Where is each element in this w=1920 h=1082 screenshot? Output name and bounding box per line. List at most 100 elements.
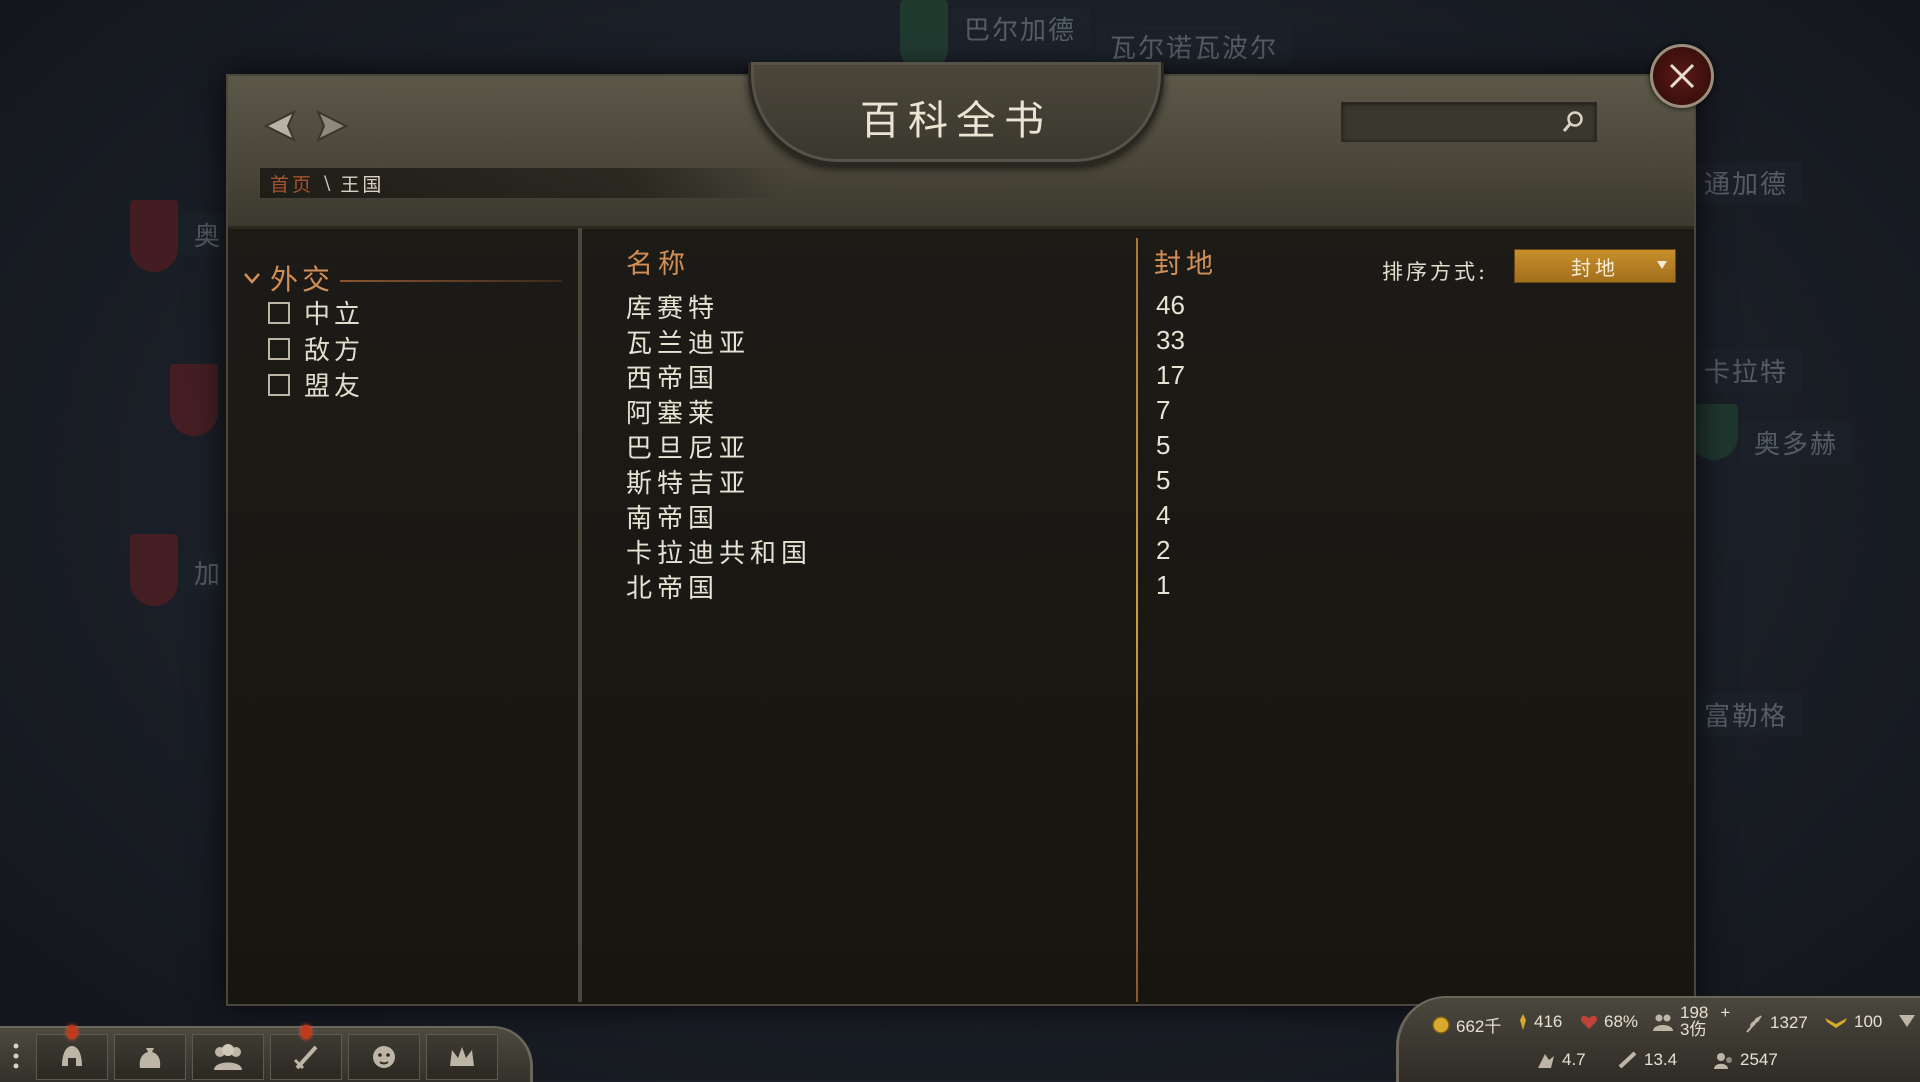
table-row[interactable]: 阿塞莱 7 [582, 393, 1682, 429]
filter-label: 敌方 [304, 336, 365, 366]
column-header-fiefs[interactable]: 封地 [1154, 242, 1218, 281]
map-label: 巴尔加德 [950, 8, 1091, 49]
health-value: 68% [1604, 1012, 1639, 1031]
map-banner [170, 364, 218, 436]
speed-icon [1538, 1054, 1554, 1068]
search-input[interactable] [1350, 107, 1554, 139]
table-row[interactable]: 北帝国 1 [582, 568, 1682, 604]
forward-button[interactable] [312, 106, 352, 146]
filter-checkbox[interactable] [268, 373, 290, 396]
map-banner [1690, 404, 1738, 460]
alert-indicator [301, 1025, 311, 1039]
party-button[interactable] [192, 1034, 264, 1080]
filter-sidebar: 外交 中立 敌方 盟友 [228, 228, 582, 1002]
sort-value: 封地 [1571, 255, 1619, 280]
kingdom-name: 卡拉迪共和国 [626, 539, 813, 569]
kingdom-name: 北帝国 [626, 574, 720, 604]
table-row[interactable]: 巴旦尼亚 5 [582, 428, 1682, 464]
inventory-button[interactable] [114, 1034, 186, 1080]
kingdom-fief-count: 1 [1156, 570, 1171, 600]
kingdom-name: 阿塞莱 [626, 399, 720, 429]
prisoners-value: 2547 [1740, 1050, 1778, 1069]
health-stat: 68% [1579, 1012, 1638, 1032]
influence-stat: 416 [1517, 1012, 1562, 1032]
view-value: 13.4 [1644, 1050, 1678, 1069]
quests-button[interactable] [270, 1025, 342, 1080]
map-label: 富勒格 [1690, 694, 1803, 735]
gold-stat: 662千 [1431, 1012, 1501, 1037]
kingdom-fief-count: 33 [1156, 325, 1185, 355]
map-banner [130, 534, 178, 606]
breadcrumb-home-link[interactable]: 首页 [270, 170, 314, 197]
heart-icon [1580, 1015, 1598, 1029]
troops-stat: 198 3伤 + [1651, 1003, 1731, 1039]
arrow-left-icon [263, 109, 296, 143]
map-label: 瓦尔诺瓦波尔 [1096, 26, 1293, 67]
chevron-down-icon [1899, 1015, 1915, 1027]
section-divider [340, 280, 562, 282]
sort-dropdown[interactable]: 封地 [1514, 249, 1676, 283]
caret-down-icon [1657, 261, 1667, 269]
encyclopedia-panel: 百科全书 首页 \ 王国 外交 中立 敌方 盟友 名称 封地 排序方式: 封地 … [226, 62, 1696, 1006]
spyglass-icon [1618, 1051, 1637, 1069]
kingdom-name: 斯特吉亚 [626, 469, 751, 499]
wheat-icon [1746, 1015, 1762, 1033]
column-header-name[interactable]: 名称 [626, 242, 690, 281]
table-row[interactable]: 瓦兰迪亚 33 [582, 323, 1682, 359]
food-value: 1327 [1770, 1013, 1808, 1032]
gold-coin-icon [1432, 1015, 1450, 1034]
speed-stat: 4.7 [1535, 1050, 1586, 1070]
filter-enemy[interactable]: 敌方 [268, 330, 364, 367]
breadcrumb-current: 王国 [340, 173, 385, 196]
bag-icon [139, 1048, 161, 1068]
sword-icon [293, 1045, 318, 1070]
view-stat: 13.4 [1617, 1050, 1677, 1070]
influence-icon [1520, 1014, 1526, 1030]
speed-value: 4.7 [1562, 1050, 1586, 1069]
map-label: 奥多赫 [1740, 422, 1853, 463]
kingdom-name: 库赛特 [626, 294, 720, 324]
status-bar: 662千 416 68% 198 3伤 + 1327 100 4.7 13.4 … [1396, 996, 1920, 1082]
wounded-value: 3伤 [1680, 1020, 1707, 1039]
map-banner [130, 200, 178, 272]
table-row[interactable]: 库赛特 46 [582, 288, 1682, 324]
character-button[interactable] [36, 1025, 108, 1080]
prisoners-icon [1714, 1053, 1732, 1069]
diplomacy-section-title: 外交 [270, 263, 335, 296]
clan-button[interactable] [348, 1034, 420, 1080]
page-title: 百科全书 [860, 98, 1052, 144]
filter-neutral[interactable]: 中立 [268, 294, 364, 331]
morale-icon [1825, 1018, 1847, 1028]
filter-checkbox[interactable] [268, 301, 290, 324]
arrow-right-icon [316, 109, 349, 143]
influence-value: 416 [1534, 1012, 1563, 1031]
table-row[interactable]: 卡拉迪共和国 2 [582, 533, 1682, 569]
chevron-down-icon [244, 273, 260, 284]
filter-checkbox[interactable] [268, 337, 290, 360]
troops-plus: + [1720, 1003, 1731, 1022]
game-toolbar [0, 1025, 533, 1082]
breadcrumb-separator: \ [324, 172, 331, 194]
back-button[interactable] [260, 106, 300, 146]
search-box [1341, 102, 1597, 142]
table-row[interactable]: 西帝国 17 [582, 358, 1682, 394]
map-label: 卡拉特 [1690, 350, 1803, 391]
kingdom-button[interactable] [426, 1034, 498, 1080]
kingdom-fief-count: 4 [1156, 500, 1171, 530]
kingdom-fief-count: 46 [1156, 290, 1185, 320]
kingdom-name: 西帝国 [626, 364, 720, 394]
troops-icon [1653, 1014, 1673, 1031]
crown-icon [450, 1047, 474, 1066]
menu-icon [13, 1043, 19, 1069]
kingdom-name: 巴旦尼亚 [626, 434, 751, 464]
table-row[interactable]: 斯特吉亚 5 [582, 463, 1682, 499]
close-button[interactable] [1650, 44, 1714, 108]
morale-stat: 100 [1823, 1012, 1882, 1032]
search-icon[interactable] [1560, 109, 1586, 135]
filter-ally[interactable]: 盟友 [268, 366, 364, 403]
status-expand-button[interactable] [1897, 1012, 1917, 1035]
table-row[interactable]: 南帝国 4 [582, 498, 1682, 534]
menu-button[interactable] [6, 1038, 26, 1074]
diplomacy-section-header[interactable]: 外交 [242, 258, 562, 298]
kingdom-name: 南帝国 [626, 504, 720, 534]
